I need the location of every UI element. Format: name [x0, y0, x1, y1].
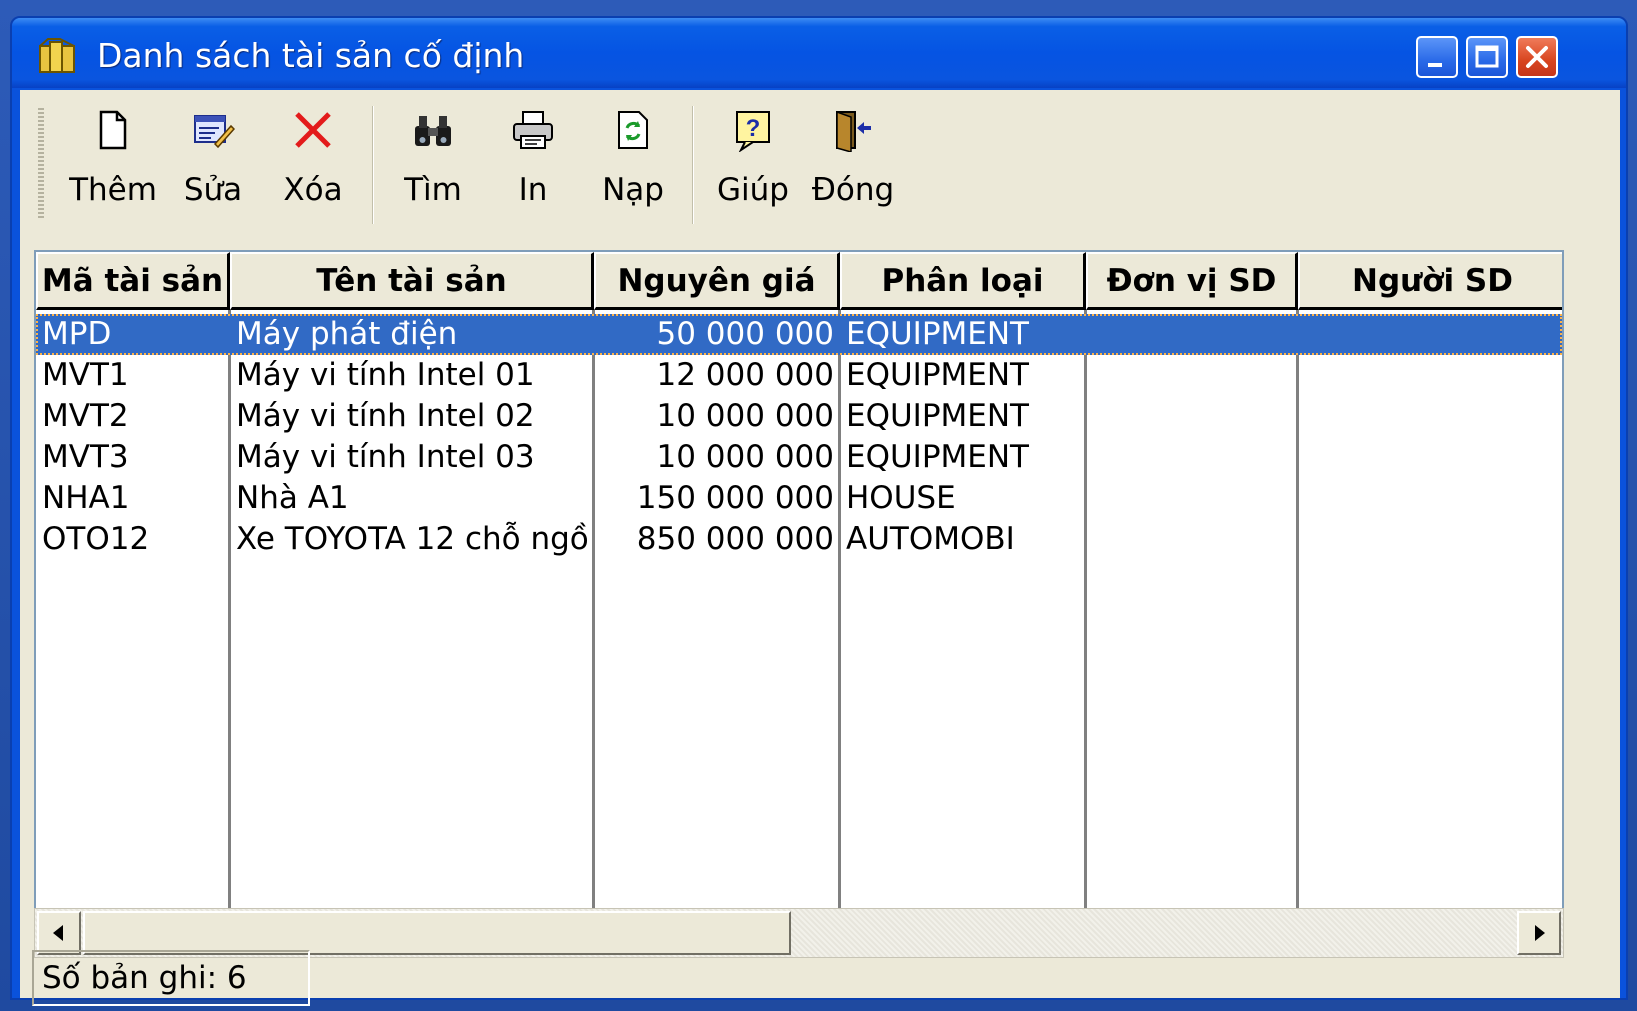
cell-price: 50 000 000 — [656, 316, 835, 352]
table-row-selected[interactable]: MPD Máy phát điện 50 000 000 EQUIPMENT — [36, 314, 1562, 355]
cell-code: MVT2 — [42, 398, 129, 434]
toolbar: Thêm Sửa Xóa Tìm In Nạp ? Giúp Đóng — [20, 90, 1620, 238]
cell-unit — [1090, 478, 1292, 519]
reload-button[interactable]: Nạp — [578, 100, 688, 224]
cell-unit — [1090, 437, 1292, 478]
scroll-left-button[interactable] — [37, 911, 81, 955]
cell-name: Máy phát điện — [236, 316, 458, 352]
printer-icon — [513, 111, 553, 149]
cell-price: 10 000 000 — [656, 398, 835, 434]
toolbar-grip[interactable] — [38, 108, 44, 220]
exit-door-icon — [836, 110, 871, 152]
cell-category: HOUSE — [846, 480, 956, 516]
help-icon: ? — [736, 111, 770, 152]
cell-price: 850 000 000 — [636, 521, 834, 557]
record-count: Số bản ghi: 6 — [32, 950, 310, 1006]
arrow-right-icon — [1535, 925, 1545, 941]
cell-user — [1302, 519, 1558, 560]
minimize-icon — [1428, 63, 1442, 67]
toolbar-separator — [372, 106, 374, 224]
edit-icon — [194, 115, 235, 149]
table-row[interactable]: NHA1 Nhà A1 150 000 000 HOUSE — [36, 478, 1562, 519]
asset-table[interactable]: Mã tài sản Tên tài sản Nguyên giá Phân l… — [34, 250, 1564, 910]
delete-button[interactable]: Xóa — [258, 100, 368, 224]
cell-category: EQUIPMENT — [846, 357, 1029, 393]
toolbar-separator — [692, 106, 694, 224]
find-label: Tìm — [404, 172, 462, 208]
add-button[interactable]: Thêm — [58, 100, 168, 224]
column-header-user[interactable]: Người SD — [1298, 252, 1562, 310]
cell-category: AUTOMOBI — [846, 521, 1015, 557]
delete-x-icon — [295, 112, 331, 148]
column-header-code[interactable]: Mã tài sản — [36, 252, 230, 310]
cell-category: EQUIPMENT — [846, 439, 1029, 475]
cell-unit — [1090, 314, 1292, 355]
close-label: Đóng — [811, 172, 895, 208]
cell-code: MVT1 — [42, 357, 129, 393]
cell-name: Xe TOYOTA 12 chỗ ngồi — [236, 521, 588, 557]
cell-user — [1302, 396, 1558, 437]
minimize-button[interactable] — [1416, 36, 1458, 78]
svg-text:?: ? — [746, 115, 761, 142]
cell-code: NHA1 — [42, 480, 130, 516]
scroll-right-button[interactable] — [1517, 911, 1561, 955]
print-button[interactable]: In — [478, 100, 588, 224]
reload-label: Nạp — [602, 172, 664, 208]
find-button[interactable]: Tìm — [378, 100, 488, 224]
cell-user — [1302, 478, 1558, 519]
cell-unit — [1090, 519, 1292, 560]
cell-name: Nhà A1 — [236, 480, 349, 516]
table-row[interactable]: MVT3 Máy vi tính Intel 03 10 000 000 EQUIPM… — [36, 437, 1562, 478]
cell-user — [1302, 314, 1558, 355]
help-label: Giúp — [717, 172, 789, 208]
table-row[interactable]: MVT1 Máy vi tính Intel 01 12 000 000 EQUIPM… — [36, 355, 1562, 396]
app-icon — [39, 38, 75, 73]
cell-name: Máy vi tính Intel 01 — [236, 357, 535, 393]
table-row[interactable]: MVT2 Máy vi tính Intel 02 10 000 000 EQUIPM… — [36, 396, 1562, 437]
maximize-button[interactable] — [1466, 36, 1508, 78]
cell-code: MVT3 — [42, 439, 129, 475]
cell-category: EQUIPMENT — [846, 398, 1029, 434]
window-title: Danh sách tài sản cố định — [97, 36, 525, 75]
help-button[interactable]: ? Giúp — [698, 100, 808, 224]
print-label: In — [518, 172, 548, 208]
close-toolbar-button[interactable]: Đóng — [798, 100, 908, 224]
edit-label: Sửa — [183, 172, 243, 208]
close-button[interactable] — [1516, 36, 1558, 78]
delete-label: Xóa — [283, 172, 343, 208]
binoculars-icon — [415, 116, 451, 146]
close-icon — [1526, 46, 1548, 68]
cell-category: EQUIPMENT — [846, 316, 1029, 352]
cell-price: 10 000 000 — [656, 439, 835, 475]
cell-user — [1302, 437, 1558, 478]
cell-unit — [1090, 396, 1292, 437]
table-header: Mã tài sản Tên tài sản Nguyên giá Phân l… — [36, 252, 1562, 310]
arrow-left-icon — [53, 925, 63, 941]
title-bar[interactable]: Danh sách tài sản cố định — [12, 18, 1626, 88]
table-row[interactable]: OTO12 Xe TOYOTA 12 chỗ ngồi 850 000 000 AUT… — [36, 519, 1562, 560]
cell-code: OTO12 — [42, 521, 150, 557]
cell-user — [1302, 355, 1558, 396]
scroll-thumb[interactable] — [83, 911, 791, 955]
cell-price: 150 000 000 — [636, 480, 834, 516]
maximize-icon — [1475, 45, 1499, 68]
cell-price: 12 000 000 — [656, 357, 835, 393]
add-label: Thêm — [69, 172, 157, 208]
cell-name: Máy vi tính Intel 03 — [236, 439, 535, 475]
window-client-area: Thêm Sửa Xóa Tìm In Nạp ? Giúp Đóng Mã t… — [20, 90, 1620, 1006]
cell-name: Máy vi tính Intel 02 — [236, 398, 535, 434]
column-header-price[interactable]: Nguyên giá — [594, 252, 840, 310]
edit-button[interactable]: Sửa — [158, 100, 268, 224]
cell-code: MPD — [42, 316, 112, 352]
column-header-unit[interactable]: Đơn vị SD — [1086, 252, 1298, 310]
column-header-name[interactable]: Tên tài sản — [230, 252, 594, 310]
column-header-category[interactable]: Phân loại — [840, 252, 1086, 310]
asset-list-window: Danh sách tài sản cố định Thêm Sửa Xóa T… — [10, 16, 1628, 1006]
new-document-icon — [99, 110, 127, 150]
cell-unit — [1090, 355, 1292, 396]
reload-icon — [618, 111, 648, 149]
